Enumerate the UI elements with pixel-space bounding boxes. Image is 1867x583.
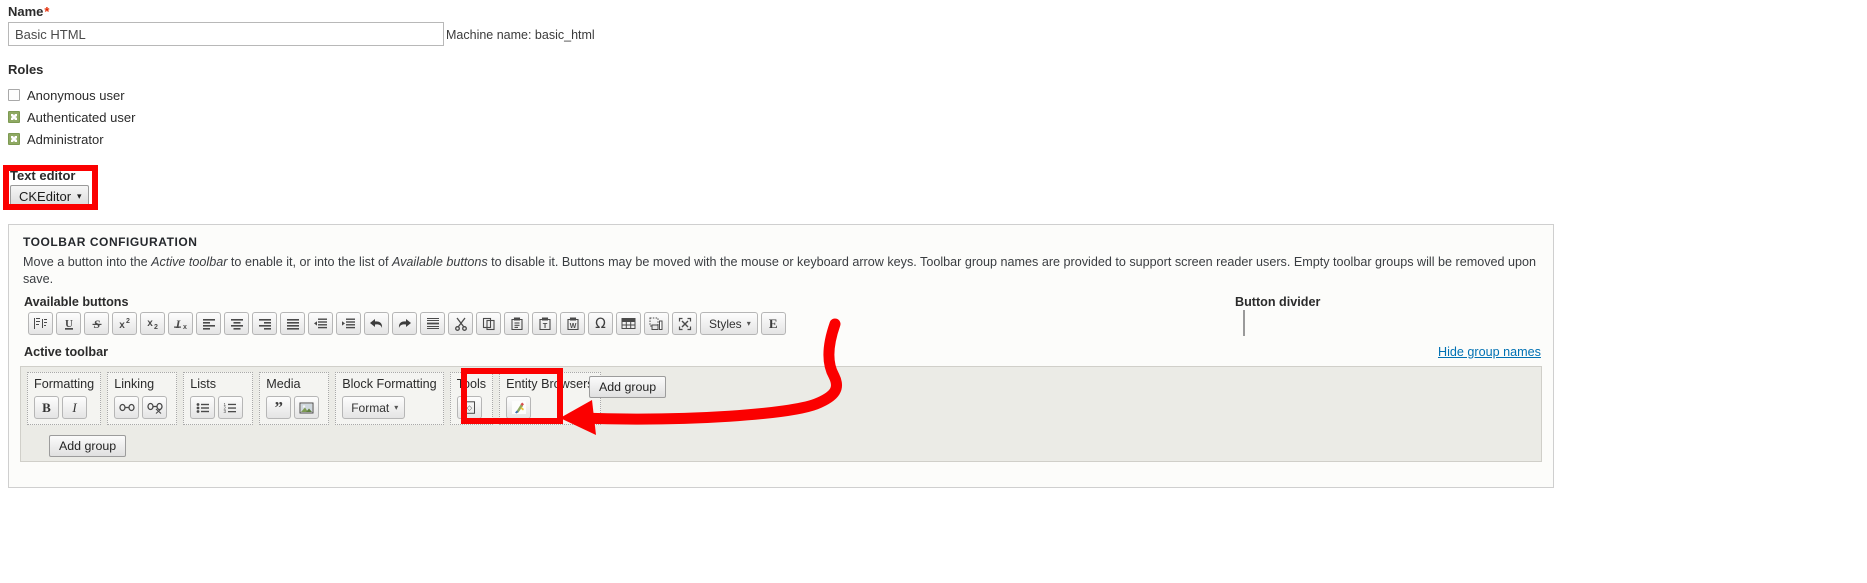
checkbox-anonymous-user[interactable] [8, 89, 20, 101]
svg-text:U: U [65, 318, 73, 330]
svg-text:2: 2 [126, 318, 130, 325]
numbered-list-icon[interactable]: 123 [218, 396, 244, 419]
toolbar-group-media[interactable]: Media ” [259, 372, 330, 425]
align-left-icon[interactable] [196, 312, 221, 335]
editor-button-e[interactable]: E [760, 312, 786, 335]
roles-label: Roles [8, 62, 44, 77]
add-group-button-bottom[interactable]: Add group [49, 435, 127, 457]
outdent-icon[interactable] [308, 312, 333, 335]
italic-icon[interactable]: I [62, 396, 87, 419]
image-icon[interactable] [294, 396, 320, 419]
toolbar-group-block-formatting[interactable]: Block Formatting Format ▾ [335, 372, 444, 425]
chevron-down-icon: ▾ [394, 403, 399, 412]
svg-text:x: x [183, 324, 187, 331]
bold-icon[interactable]: B [34, 396, 59, 419]
chevron-down-icon: ▾ [746, 319, 751, 328]
name-label: Name* [8, 4, 50, 19]
undo-icon[interactable] [364, 312, 389, 335]
bulleted-list-icon[interactable] [190, 396, 216, 419]
svg-text:W: W [569, 323, 576, 330]
checkbox-administrator[interactable] [8, 133, 20, 145]
role-row-administrator[interactable]: Administrator [8, 128, 135, 150]
name-field-wrapper: Name* [8, 4, 49, 20]
remove-format-icon[interactable]: Ix [168, 312, 193, 335]
svg-text:I: I [174, 317, 181, 331]
svg-text:x: x [119, 320, 125, 330]
text-editor-selected-value: CKEditor [19, 188, 72, 204]
group-name-formatting: Formatting [34, 377, 95, 391]
svg-text:T: T [542, 321, 547, 330]
active-toolbar-label: Active toolbar [24, 345, 108, 359]
subscript-icon[interactable]: x2 [140, 312, 165, 335]
available-buttons-label: Available buttons [24, 295, 129, 309]
desc-em-active-toolbar: Active toolbar [151, 255, 228, 269]
hide-group-names-link[interactable]: Hide group names [1438, 345, 1853, 359]
toolbar-group-tools[interactable]: Tools ◇ [449, 372, 494, 425]
language-icon[interactable] [28, 312, 53, 335]
indent-icon[interactable] [336, 312, 361, 335]
format-dropdown[interactable]: Format ▾ [342, 396, 406, 419]
text-editor-select[interactable]: CKEditor ▾ [10, 185, 89, 207]
toolbar-group-entity-browsers[interactable]: Entity Browsers [499, 372, 601, 425]
redo-icon[interactable] [392, 312, 417, 335]
cut-icon[interactable] [448, 312, 473, 335]
source-icon[interactable]: ◇ [456, 396, 482, 419]
role-label-anonymous: Anonymous user [27, 87, 125, 103]
role-row-authenticated[interactable]: Authenticated user [8, 106, 135, 128]
svg-text:3: 3 [224, 409, 227, 414]
horizontal-rule-icon[interactable] [420, 312, 445, 335]
link-icon[interactable] [114, 396, 140, 419]
available-buttons-row: U S x2 x2 Ix [28, 312, 789, 335]
svg-text:◇: ◇ [466, 405, 472, 412]
align-center-icon[interactable] [224, 312, 249, 335]
group-name-tools: Tools [456, 377, 487, 391]
active-toolbar-region[interactable]: Formatting B I Linking Lists 1 2 3 Media… [20, 366, 1542, 462]
toolbar-group-formatting[interactable]: Formatting B I [27, 372, 102, 425]
unlink-icon[interactable] [142, 396, 168, 419]
group-name-block-formatting: Block Formatting [342, 377, 437, 391]
chevron-down-icon: ▾ [77, 190, 82, 201]
role-label-administrator: Administrator [27, 131, 104, 147]
entity-browser-icon[interactable] [506, 396, 532, 419]
group-name-lists: Lists [190, 377, 217, 391]
svg-text:x: x [147, 318, 153, 329]
strikethrough-icon[interactable]: S [84, 312, 109, 335]
add-group-button-inline[interactable]: Add group [589, 376, 667, 398]
group-name-linking: Linking [114, 377, 155, 391]
role-label-authenticated: Authenticated user [27, 109, 136, 125]
underline-icon[interactable]: U [56, 312, 81, 335]
panel-description: Move a button into the Active toolbar to… [23, 255, 1537, 286]
toolbar-group-lists[interactable]: Lists 123 [183, 372, 254, 425]
toolbar-group-row: Formatting B I Linking Lists 1 2 3 Media… [27, 372, 607, 425]
paste-icon[interactable] [504, 312, 529, 335]
group-name-media: Media [266, 377, 301, 391]
superscript-icon[interactable]: x2 [112, 312, 137, 335]
toolbar-group-linking[interactable]: Linking [107, 372, 178, 425]
machine-name-text: Machine name: basic_html [446, 28, 595, 42]
svg-text:2: 2 [154, 324, 158, 330]
button-divider-handle[interactable] [1243, 310, 1245, 336]
justify-icon[interactable] [280, 312, 305, 335]
role-row-anonymous[interactable]: Anonymous user [8, 84, 135, 106]
align-right-icon[interactable] [252, 312, 277, 335]
paste-word-icon[interactable]: W [560, 312, 585, 335]
panel-title: TOOLBAR CONFIGURATION [23, 235, 198, 249]
paste-text-icon[interactable]: T [532, 312, 557, 335]
button-divider-label: Button divider [1235, 295, 1321, 309]
desc-em-available-buttons: Available buttons [391, 255, 488, 269]
checkbox-authenticated-user[interactable] [8, 111, 20, 123]
special-character-icon[interactable]: Ω [588, 312, 613, 335]
maximize-icon[interactable] [672, 312, 697, 335]
styles-dropdown[interactable]: Styles ▾ [700, 312, 758, 335]
roles-checkbox-list: Anonymous user Authenticated user Admini… [8, 84, 135, 150]
copy-icon[interactable] [476, 312, 501, 335]
group-name-entity-browsers: Entity Browsers [506, 377, 594, 391]
required-marker: * [44, 4, 50, 19]
table-icon[interactable] [616, 312, 641, 335]
text-editor-label: Text editor [10, 168, 76, 183]
page-break-icon[interactable] [644, 312, 669, 335]
name-input[interactable] [8, 22, 444, 46]
blockquote-icon[interactable]: ” [266, 396, 292, 419]
